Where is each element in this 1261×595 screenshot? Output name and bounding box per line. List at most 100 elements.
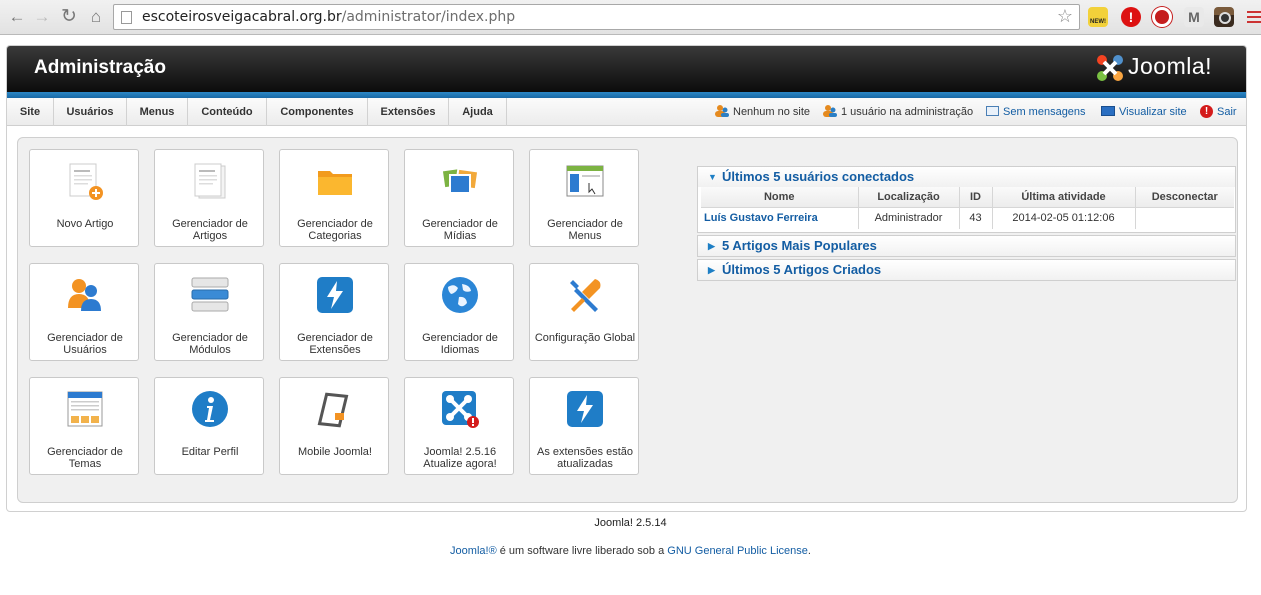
gpl-link[interactable]: GNU General Public License (667, 545, 808, 557)
back-icon[interactable]: ← (6, 6, 28, 28)
column-header: Nome (701, 187, 859, 208)
tile-label: As extensões estão atualizadas (536, 446, 633, 470)
modules-icon (191, 277, 229, 312)
menu-content[interactable]: Conteúdo (188, 98, 267, 126)
tile-label: Joomla! 2.5.16 Atualize agora! (423, 446, 497, 470)
tile-label: Gerenciador de Categorias (297, 218, 373, 242)
status-site-users: Nenhum no site (715, 98, 810, 126)
browser-toolbar: ← → ↻ ⌂ escoteirosveigacabral.org.br/adm… (0, 0, 1261, 35)
joomla-update-icon (442, 391, 479, 428)
user-logout-cell (1135, 207, 1234, 229)
tile-article-manager[interactable]: Gerenciador de Artigos (154, 149, 264, 247)
column-header: Desconectar (1135, 187, 1234, 208)
tile-label: Gerenciador de Menus (547, 218, 623, 242)
users-admin-icon (823, 105, 837, 118)
tile-label: Gerenciador de Módulos (172, 332, 248, 356)
adblock-icon[interactable]: ! (1121, 7, 1141, 27)
menu-menus[interactable]: Menus (127, 98, 188, 126)
stop-extension-icon[interactable] (1152, 7, 1172, 27)
messages-link[interactable]: Sem mensagens (986, 98, 1086, 126)
tile-menu-manager[interactable]: Gerenciador de Menus (529, 149, 639, 247)
tile-category-manager[interactable]: Gerenciador de Categorias (279, 149, 389, 247)
column-header: ID (959, 187, 993, 208)
popular-articles-panel: ▶ 5 Artigos Mais Populares (697, 235, 1236, 257)
footer-version: Joomla! 2.5.14 (594, 517, 667, 529)
logout-icon: ! (1200, 104, 1213, 118)
instagram-icon[interactable] (1214, 7, 1234, 27)
tile-extensions-updated[interactable]: As extensões estão atualizadas (529, 377, 639, 475)
tile-extension-manager[interactable]: Gerenciador de Extensões (279, 263, 389, 361)
footer-license: Joomla!® é um software livre liberado so… (450, 545, 811, 557)
reload-icon[interactable]: ↻ (58, 6, 80, 28)
tile-label: Gerenciador de Idiomas (422, 332, 498, 356)
browser-menu-icon[interactable] (1247, 11, 1261, 23)
popular-articles-header[interactable]: ▶ 5 Artigos Mais Populares (698, 236, 1235, 256)
tile-label: Configuração Global (534, 332, 636, 344)
logged-users-panel: ▼ Últimos 5 usuários conectados Nome Loc… (697, 166, 1236, 233)
page-icon (121, 11, 132, 24)
page-title: Administração (34, 57, 166, 78)
logged-users-header[interactable]: ▼ Últimos 5 usuários conectados (698, 167, 1235, 187)
menu-extensions[interactable]: Extensões (368, 98, 449, 126)
url-text: escoteirosveigacabral.org.br/administrat… (142, 9, 516, 25)
media-icon (440, 166, 480, 194)
gmail-icon[interactable]: M (1184, 7, 1204, 27)
user-location: Administrador (858, 207, 960, 229)
joomla-link[interactable]: Joomla!® (450, 545, 497, 557)
tile-user-manager[interactable]: Gerenciador de Usuários (29, 263, 139, 361)
joomla-logo-text: Joomla! (1128, 53, 1213, 79)
home-icon[interactable]: ⌂ (85, 6, 107, 28)
control-panel: Novo Artigo Gerenciador de Artigos Geren… (17, 137, 1238, 503)
tools-icon (570, 279, 601, 312)
address-bar[interactable]: escoteirosveigacabral.org.br/administrat… (113, 4, 1080, 30)
menus-icon (566, 165, 604, 197)
tile-label: Editar Perfil (181, 446, 239, 458)
logout-link[interactable]: ! Sair (1200, 98, 1237, 126)
expand-arrow-icon: ▶ (708, 265, 715, 275)
admin-menubar: Site Usuários Menus Conteúdo Componentes… (7, 98, 1246, 126)
tile-media-manager[interactable]: Gerenciador de Mídias (404, 149, 514, 247)
extensions-updated-icon (567, 391, 603, 427)
tile-label: Gerenciador de Artigos (172, 218, 248, 242)
latest-articles-panel: ▶ Últimos 5 Artigos Criados (697, 259, 1236, 281)
tile-edit-profile[interactable]: Editar Perfil (154, 377, 264, 475)
info-icon (192, 391, 228, 427)
tile-label: Gerenciador de Temas (47, 446, 123, 470)
globe-icon (442, 277, 478, 313)
articles-icon (194, 163, 226, 199)
latest-articles-header[interactable]: ▶ Últimos 5 Artigos Criados (698, 260, 1235, 280)
folder-icon (318, 171, 352, 195)
admin-container: Administração Joomla! Site Usuários Menu… (6, 45, 1247, 512)
admin-header: Administração Joomla! (7, 46, 1246, 92)
forward-icon[interactable]: → (31, 6, 53, 28)
user-last-activity: 2014-02-05 01:12:06 (992, 207, 1136, 229)
tile-mobile-joomla[interactable]: Mobile Joomla! (279, 377, 389, 475)
logged-users-table: Nome Localização ID Última atividade Des… (701, 187, 1234, 229)
tile-label: Gerenciador de Extensões (297, 332, 373, 356)
new-extension-icon[interactable]: NEW! (1088, 7, 1108, 27)
menu-site[interactable]: Site (7, 98, 54, 126)
users-online-icon (715, 105, 729, 118)
column-header: Última atividade (992, 187, 1136, 208)
tile-label: Gerenciador de Usuários (47, 332, 123, 356)
user-id: 43 (959, 207, 993, 229)
menu-help[interactable]: Ajuda (449, 98, 507, 126)
tile-label: Gerenciador de Mídias (422, 218, 498, 242)
mobile-icon (317, 392, 349, 428)
bookmark-star-icon[interactable]: ☆ (1057, 6, 1073, 27)
tile-template-manager[interactable]: Gerenciador de Temas (29, 377, 139, 475)
status-admin-users: 1 usuário na administração (823, 98, 973, 126)
tile-new-article[interactable]: Novo Artigo (29, 149, 139, 247)
extensions-icon (317, 277, 353, 313)
templates-icon (67, 391, 103, 427)
users-icon (68, 279, 101, 311)
menu-users[interactable]: Usuários (54, 98, 127, 126)
tile-joomla-update[interactable]: Joomla! 2.5.16 Atualize agora! (404, 377, 514, 475)
tile-language-manager[interactable]: Gerenciador de Idiomas (404, 263, 514, 361)
view-site-link[interactable]: Visualizar site (1101, 98, 1187, 126)
menu-components[interactable]: Componentes (267, 98, 368, 126)
user-name-link[interactable]: Luís Gustavo Ferreira (701, 207, 859, 229)
tile-global-config[interactable]: Configuração Global (529, 263, 639, 361)
new-article-icon (69, 163, 103, 200)
tile-module-manager[interactable]: Gerenciador de Módulos (154, 263, 264, 361)
